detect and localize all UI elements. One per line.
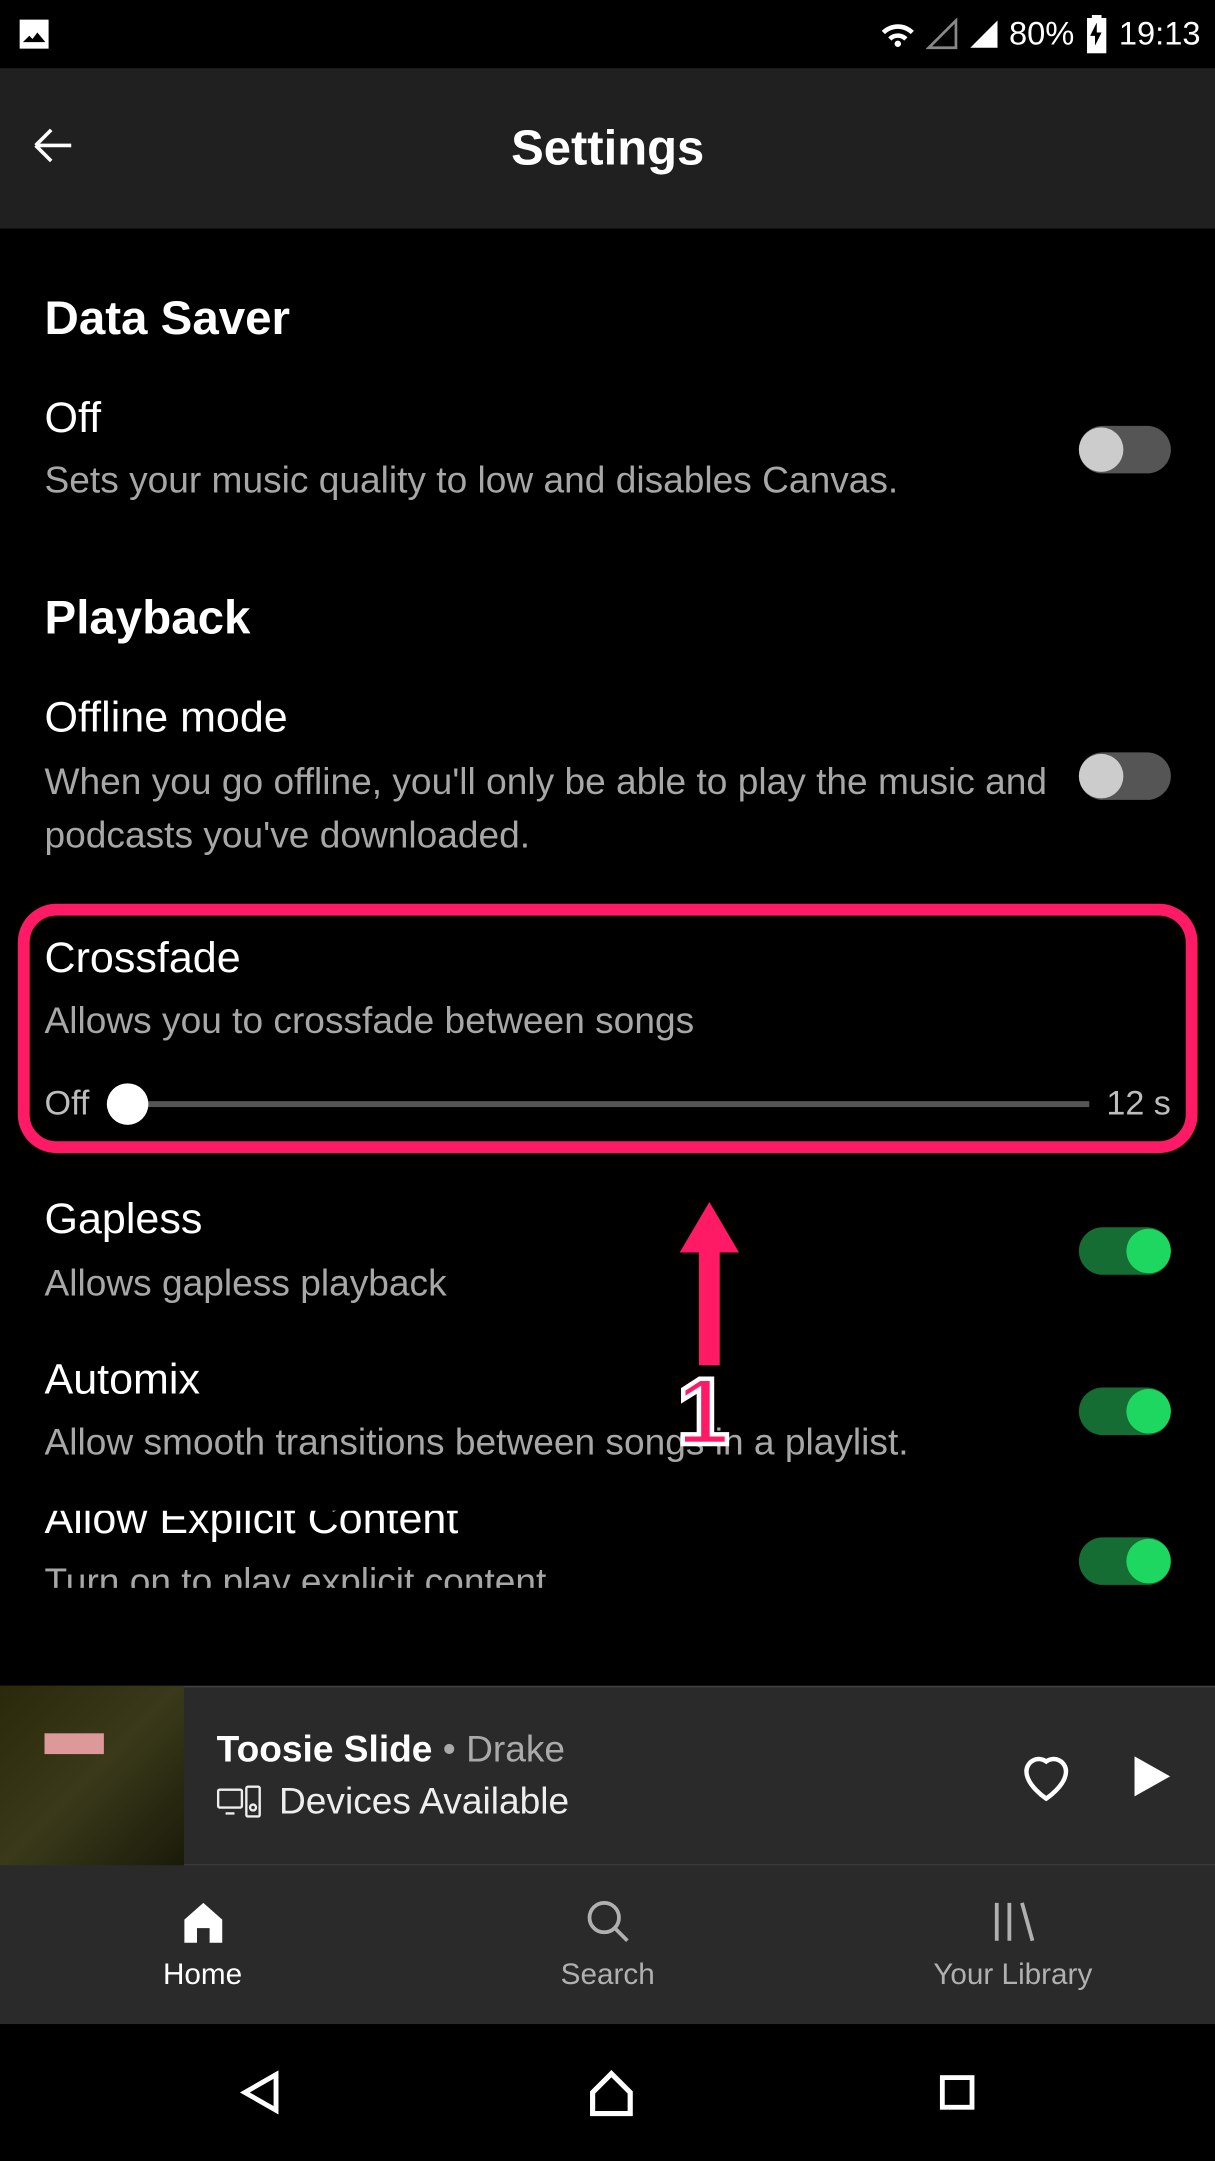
arrow-left-icon <box>27 118 80 171</box>
crossfade-slider[interactable] <box>107 1101 1088 1107</box>
clock: 19:13 <box>1119 15 1201 54</box>
app-header: Settings <box>0 68 1215 228</box>
automix-row[interactable]: Automix Allow smooth transitions between… <box>45 1352 1171 1470</box>
devices-label: Devices Available <box>279 1780 569 1823</box>
nav-search-label: Search <box>561 1959 655 1993</box>
crossfade-max-label: 12 s <box>1106 1084 1171 1124</box>
play-icon[interactable] <box>1123 1746 1176 1805</box>
artist-name: Drake <box>466 1728 565 1770</box>
crossfade-min-label: Off <box>45 1084 90 1124</box>
data-saver-desc: Sets your music quality to low and disab… <box>45 454 1050 508</box>
now-playing-title-line: Toosie Slide • Drake <box>217 1728 1017 1771</box>
page-title: Settings <box>0 120 1215 176</box>
system-nav <box>0 2024 1215 2161</box>
explicit-row[interactable]: Allow Explicit Content Turn on to play e… <box>45 1511 1171 1588</box>
nav-library-label: Your Library <box>933 1959 1092 1993</box>
automix-title: Automix <box>45 1352 1050 1410</box>
crossfade-row[interactable]: Crossfade Allows you to crossfade betwee… <box>45 931 1171 1049</box>
system-back-icon[interactable] <box>236 2066 289 2119</box>
devices-row[interactable]: Devices Available <box>217 1780 1017 1823</box>
home-icon <box>177 1897 227 1947</box>
offline-mode-row[interactable]: Offline mode When you go offline, you'll… <box>45 691 1171 863</box>
nav-home-label: Home <box>163 1959 242 1993</box>
automix-toggle[interactable] <box>1079 1387 1171 1434</box>
signal-full-icon <box>967 18 1000 51</box>
bottom-nav: Home Search Your Library <box>0 1865 1215 2024</box>
battery-percent: 80% <box>1009 15 1074 54</box>
crossfade-desc: Allows you to crossfade between songs <box>45 995 1142 1049</box>
data-saver-toggle[interactable] <box>1079 425 1171 472</box>
crossfade-highlight: Crossfade Allows you to crossfade betwee… <box>18 904 1198 1154</box>
offline-mode-toggle[interactable] <box>1079 753 1171 800</box>
crossfade-slider-thumb[interactable] <box>107 1083 149 1125</box>
devices-icon <box>217 1785 262 1818</box>
gapless-row[interactable]: Gapless Allows gapless playback <box>45 1192 1171 1310</box>
nav-search[interactable]: Search <box>405 1865 810 2024</box>
now-playing-bar[interactable]: Toosie Slide • Drake Devices Available <box>0 1686 1215 1866</box>
picture-icon <box>15 15 54 54</box>
status-bar: 80% 19:13 <box>0 0 1215 68</box>
gapless-toggle[interactable] <box>1079 1227 1171 1274</box>
explicit-toggle[interactable] <box>1079 1538 1171 1585</box>
wifi-icon <box>878 18 917 51</box>
gapless-title: Gapless <box>45 1192 1050 1250</box>
nav-library[interactable]: Your Library <box>810 1865 1215 2024</box>
settings-content: Data Saver Off Sets your music quality t… <box>0 229 1215 1686</box>
data-saver-row[interactable]: Off Sets your music quality to low and d… <box>45 390 1171 508</box>
explicit-desc: Turn on to play explicit content <box>45 1555 1050 1588</box>
gapless-desc: Allows gapless playback <box>45 1256 1050 1310</box>
search-icon <box>582 1897 632 1947</box>
library-icon <box>988 1897 1038 1947</box>
back-button[interactable] <box>27 118 80 179</box>
system-overview-icon[interactable] <box>935 2070 980 2115</box>
data-saver-title: Off <box>45 390 1050 448</box>
battery-charging-icon <box>1083 15 1110 54</box>
nav-home[interactable]: Home <box>0 1865 405 2024</box>
offline-mode-desc: When you go offline, you'll only be able… <box>45 755 1050 863</box>
heart-icon[interactable] <box>1017 1746 1076 1805</box>
album-art[interactable] <box>0 1686 184 1866</box>
system-home-icon[interactable] <box>584 2064 640 2120</box>
crossfade-title: Crossfade <box>45 931 1142 989</box>
automix-desc: Allow smooth transitions between songs i… <box>45 1416 1050 1470</box>
explicit-title: Allow Explicit Content <box>45 1511 1050 1549</box>
section-data-saver: Data Saver <box>45 291 1171 346</box>
section-playback: Playback <box>45 591 1171 646</box>
track-name: Toosie Slide <box>217 1728 433 1770</box>
signal-empty-icon <box>926 18 959 51</box>
offline-mode-title: Offline mode <box>45 691 1050 749</box>
